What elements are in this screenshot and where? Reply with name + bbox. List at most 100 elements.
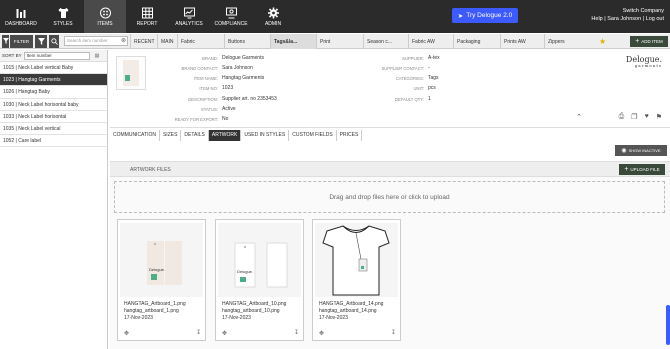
main-nav: DASHBOARD STYLES ITEMS REPORT ANALYTICS … <box>0 0 294 33</box>
nav-dashboard[interactable]: DASHBOARD <box>0 0 42 33</box>
nav-label: REPORT <box>136 20 158 27</box>
brand-contact-value: Sara Johnson <box>222 65 253 71</box>
tab-zippers[interactable]: Zippers <box>544 34 589 49</box>
tab-artwork[interactable]: ARTWORK <box>208 130 242 141</box>
show-inactive-label: SHOW INACTIVE <box>628 148 661 153</box>
list-item[interactable]: 1030 | Neck Label horisontal baby <box>0 99 107 111</box>
list-item[interactable]: 1052 | Care label <box>0 135 107 148</box>
user-links[interactable]: Help | Sara Johnson | Log out <box>591 16 664 24</box>
list-item[interactable]: 1035 | Neck Label vertical <box>0 123 107 136</box>
show-inactive-button[interactable]: ◉ SHOW INACTIVE <box>615 145 667 156</box>
rocket-icon: ➤ <box>457 12 464 20</box>
item-name-label: ITEM NAME: <box>193 76 218 81</box>
tab-prints-aw[interactable]: Prints AW <box>500 34 544 49</box>
artwork-card[interactable]: Delogue. HANGTAG_Artboard_10.png hangtag… <box>215 219 304 341</box>
artwork-card[interactable]: HANGTAG_Artboard_14.png hangtag_artboard… <box>312 219 401 341</box>
collapse-up-icon[interactable]: ⌃ <box>576 113 582 121</box>
nav-styles[interactable]: STYLES <box>42 0 84 33</box>
default-qty-label: DEFAULT QTY: <box>394 97 424 102</box>
collapse-button[interactable] <box>2 34 9 48</box>
search-input[interactable]: Search item number <box>64 36 128 46</box>
tab-tags[interactable]: Tags&la... <box>270 34 316 49</box>
hangtag-image: Delogue. <box>234 242 288 288</box>
list-item[interactable]: 1023 | Hangtag Garments <box>0 74 107 87</box>
print-icon[interactable]: ⎙ <box>619 113 625 121</box>
list-item[interactable]: 1015 | Neck Label vertical Baby <box>0 62 107 75</box>
tab-details[interactable]: DETAILS <box>181 130 209 141</box>
user-menu: Switch Company Help | Sara Johnson | Log… <box>591 8 664 23</box>
tab-packaging[interactable]: Packaging <box>453 34 500 49</box>
upload-file-button[interactable]: + UPLOAD FILE <box>619 164 665 175</box>
tab-recent[interactable]: RECENT <box>130 34 157 49</box>
shirt-icon <box>58 7 68 18</box>
download-icon[interactable]: ↧ <box>294 329 299 336</box>
artwork-card[interactable]: Delogue. HANGTAG_Artboard_1.png hangtag_… <box>117 219 206 341</box>
category-tabs: RECENT MAIN Fabric Buttons Tags&la... Pr… <box>130 34 589 49</box>
artwork-files-title: ARTWORK FILES <box>130 167 171 173</box>
ready-for-export-value: No <box>222 116 229 122</box>
search-button[interactable] <box>49 34 59 48</box>
try-delogue-button[interactable]: ➤ Try Delogue 2.0 <box>452 8 518 23</box>
bar-chart-icon <box>16 8 25 18</box>
nav-analytics[interactable]: ANALYTICS <box>168 0 210 33</box>
flag-icon[interactable]: ⚑ <box>656 113 662 121</box>
artwork-filename: hangtag_artboard_10.png <box>222 308 280 314</box>
sort-direction-icon[interactable]: ▦ <box>95 53 100 59</box>
tab-season[interactable]: Season c... <box>363 34 408 49</box>
default-qty-value: 1 <box>428 96 431 102</box>
filter-button[interactable]: FILTER <box>10 34 33 48</box>
detail-tabs: COMMUNICATION SIZES DETAILS ARTWORK USED… <box>110 130 363 141</box>
file-dropzone[interactable]: Drag and drop files here or click to upl… <box>114 181 665 213</box>
plus-icon: + <box>624 166 629 173</box>
tab-buttons[interactable]: Buttons <box>224 34 270 49</box>
nav-report[interactable]: REPORT <box>126 0 168 33</box>
move-icon[interactable]: ✥ <box>222 330 227 337</box>
nav-label: ANALYTICS <box>175 20 203 27</box>
tab-main[interactable]: MAIN <box>157 34 177 49</box>
supplier-label: SUPPLIER: <box>402 56 424 61</box>
tab-fabric-aw[interactable]: Fabric AW <box>408 34 453 49</box>
clear-search-icon[interactable]: ⊗ <box>121 37 126 44</box>
tab-sizes[interactable]: SIZES <box>160 130 182 141</box>
download-icon[interactable]: ↧ <box>196 329 201 336</box>
copy-icon[interactable]: ❐ <box>631 113 637 121</box>
filter-label: FILTER <box>13 38 30 44</box>
list-item[interactable]: 1033 | Neck Label horisontal <box>0 111 107 123</box>
heart-icon[interactable]: ♥ <box>645 113 649 121</box>
items-sidebar: SORT BY Item number ▦ 1015 | Neck Label … <box>0 50 108 349</box>
advanced-filter-button[interactable] <box>35 34 47 48</box>
svg-text:Delogue.: Delogue. <box>149 267 165 272</box>
move-icon[interactable]: ✥ <box>319 330 324 337</box>
feedback-tab[interactable] <box>666 305 670 345</box>
tab-print[interactable]: Print <box>316 34 363 49</box>
item-name-value: Hangtag Garments <box>222 75 265 81</box>
sort-select[interactable]: Item number <box>23 51 90 60</box>
tab-prices[interactable]: PRICES <box>337 130 363 141</box>
artwork-name: HANGTAG_Artboard_1.png <box>124 301 186 307</box>
artwork-filename: hangtag_artboard_14.png <box>319 308 377 314</box>
nav-admin[interactable]: ADMIN <box>252 0 294 33</box>
nav-label: STYLES <box>53 20 73 27</box>
nav-compliance[interactable]: COMPLIANCE <box>210 0 252 33</box>
tab-communication[interactable]: COMMUNICATION <box>110 130 160 141</box>
move-icon[interactable]: ✥ <box>124 330 129 337</box>
artwork-preview: Delogue. <box>120 223 203 297</box>
add-item-label: ADD ITEM <box>641 39 663 44</box>
description-label: DESCRIPTION: <box>188 97 218 102</box>
tab-fabric[interactable]: Fabric <box>177 34 224 49</box>
download-icon[interactable]: ↧ <box>391 329 396 336</box>
artwork-preview <box>315 223 398 297</box>
eye-icon: ◉ <box>621 148 627 154</box>
add-item-button[interactable]: + ADD ITEM <box>630 36 668 47</box>
supplier-value: A-tex <box>428 55 440 61</box>
tshirt-hangtag-image <box>322 225 390 296</box>
tab-custom-fields[interactable]: CUSTOM FIELDS <box>289 130 337 141</box>
tab-used-in-styles[interactable]: USED IN STYLES <box>241 130 290 141</box>
compliance-icon <box>225 7 237 18</box>
nav-items[interactable]: ITEMS <box>84 0 126 33</box>
sort-label: SORT BY <box>2 53 22 58</box>
favorite-star-icon[interactable]: ★ <box>599 37 606 46</box>
list-item[interactable]: 1026 | Hangtag Baby <box>0 86 107 99</box>
artwork-name: HANGTAG_Artboard_10.png <box>222 301 287 307</box>
item-thumbnail[interactable] <box>116 56 146 90</box>
